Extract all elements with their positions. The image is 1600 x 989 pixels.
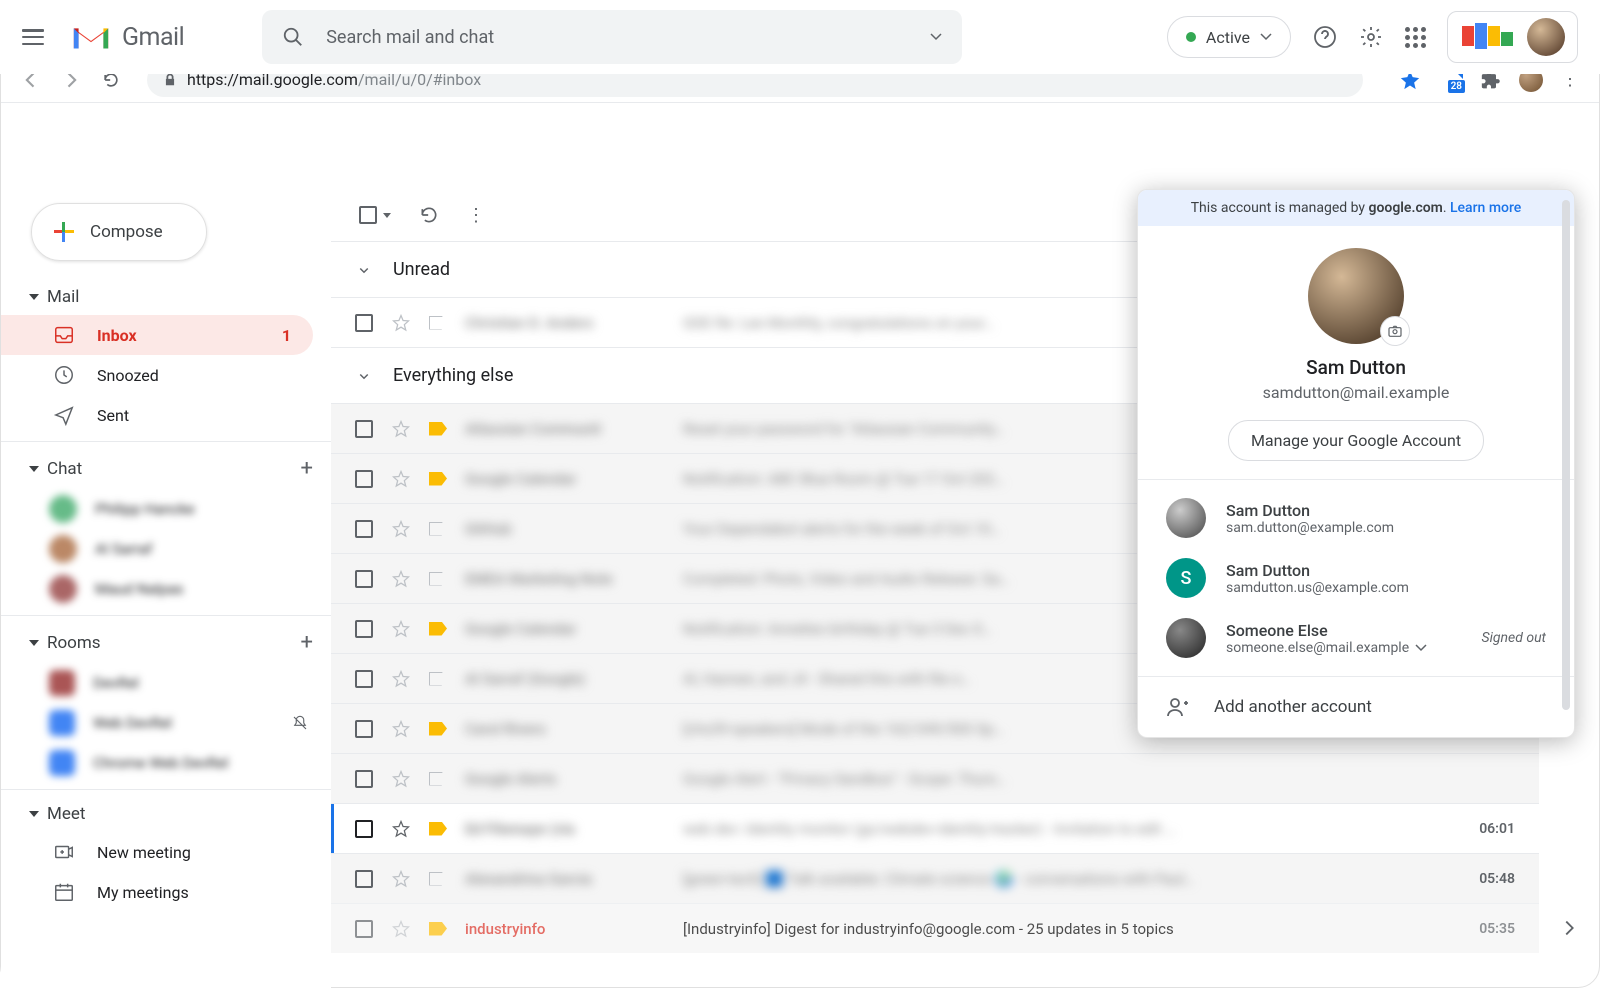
plus-icon (54, 222, 74, 242)
meet-section-header[interactable]: Meet (1, 796, 331, 832)
refresh-icon[interactable] (419, 205, 439, 225)
gmail-logo-icon (70, 21, 112, 53)
send-icon (53, 404, 75, 426)
search-icon (282, 26, 304, 48)
search-options-icon[interactable] (930, 33, 942, 41)
account-option[interactable]: S Sam Duttonsamdutton.us@example.com (1138, 548, 1574, 608)
profile-name: Sam Dutton (1138, 356, 1574, 379)
google-apps-icon[interactable] (1405, 27, 1425, 47)
mail-row[interactable]: industryinfo[Industryinfo] Digest for in… (331, 903, 1539, 953)
managed-banner: This account is managed by google.com. L… (1138, 190, 1574, 226)
account-popover: This account is managed by google.com. L… (1137, 189, 1575, 738)
org-logo-icon (1462, 26, 1513, 49)
lock-icon (163, 73, 177, 87)
select-all-checkbox[interactable] (359, 206, 391, 224)
clock-icon (53, 364, 75, 386)
profile-avatar (1308, 248, 1404, 344)
account-option[interactable]: Sam Duttonsam.dutton@example.com (1138, 488, 1574, 548)
status-dot-icon (1186, 32, 1196, 42)
compose-button[interactable]: Compose (31, 203, 207, 261)
inbox-icon (53, 324, 75, 346)
camera-icon[interactable] (1380, 316, 1410, 346)
mail-section-header[interactable]: Mail (1, 279, 331, 315)
video-plus-icon (53, 841, 75, 863)
chat-contact[interactable]: Philipp Hancke (1, 489, 331, 529)
rooms-section-header[interactable]: Rooms+ (1, 622, 331, 663)
mute-icon (291, 714, 309, 732)
sidebar: Compose Mail Inbox1 Snoozed Sent Chat+ P… (1, 103, 331, 989)
calendar-icon (53, 881, 75, 903)
account-avatar-icon: S (1166, 558, 1206, 598)
room-item[interactable]: Web DevRel (1, 703, 331, 743)
room-item[interactable]: DevRel (1, 663, 331, 703)
chat-contact[interactable]: Maud Nalpas (1, 569, 331, 609)
account-avatar-icon (1166, 618, 1206, 658)
account-avatar-icon (1166, 498, 1206, 538)
mail-row[interactable]: Alexandrina Garcia[green-tech] 🟦 Talk av… (331, 853, 1539, 903)
nav-my-meetings[interactable]: My meetings (1, 872, 313, 912)
room-item[interactable]: Chrome Web DevRel (1, 743, 331, 783)
search-placeholder: Search mail and chat (326, 27, 908, 48)
app-header: Gmail Search mail and chat Active (0, 0, 1600, 74)
chevron-down-icon (355, 261, 373, 279)
status-label: Active (1206, 28, 1250, 47)
support-icon[interactable] (1313, 25, 1337, 49)
status-selector[interactable]: Active (1167, 16, 1291, 58)
account-option[interactable]: Someone Elsesomeone.else@mail.example Si… (1138, 608, 1574, 668)
chevron-right-icon[interactable] (1558, 917, 1580, 939)
mail-row[interactable]: Ed Filemaye (viaweb dev: Identity monito… (331, 803, 1539, 853)
chat-section-header[interactable]: Chat+ (1, 448, 331, 489)
search-bar[interactable]: Search mail and chat (262, 10, 962, 64)
settings-gear-icon[interactable] (1359, 25, 1383, 49)
nav-new-meeting[interactable]: New meeting (1, 832, 313, 872)
add-room-icon[interactable]: + (301, 630, 313, 655)
popover-scrollbar[interactable] (1562, 200, 1570, 710)
add-account-button[interactable]: Add another account (1138, 676, 1574, 737)
account-avatar[interactable] (1527, 18, 1565, 56)
manage-account-button[interactable]: Manage your Google Account (1228, 420, 1484, 461)
chat-contact[interactable]: Al Sarraf (1, 529, 331, 569)
person-add-icon (1166, 695, 1190, 719)
mail-row[interactable]: Google AlertsGoogle Alert - "Privacy San… (331, 753, 1539, 803)
profile-email: samdutton@mail.example (1138, 383, 1574, 402)
nav-sent[interactable]: Sent (1, 395, 313, 435)
main-menu-button[interactable] (22, 29, 44, 45)
app-name: Gmail (122, 23, 184, 52)
learn-more-link[interactable]: Learn more (1450, 200, 1521, 216)
signed-out-label: Signed out (1482, 630, 1546, 646)
profile-panel[interactable] (1447, 11, 1578, 63)
nav-inbox[interactable]: Inbox1 (1, 315, 313, 355)
nav-snoozed[interactable]: Snoozed (1, 355, 313, 395)
add-chat-icon[interactable]: + (301, 456, 313, 481)
gmail-logo[interactable]: Gmail (70, 21, 184, 53)
more-actions-icon[interactable]: ⋮ (467, 205, 485, 226)
dropdown-icon (1260, 33, 1272, 41)
